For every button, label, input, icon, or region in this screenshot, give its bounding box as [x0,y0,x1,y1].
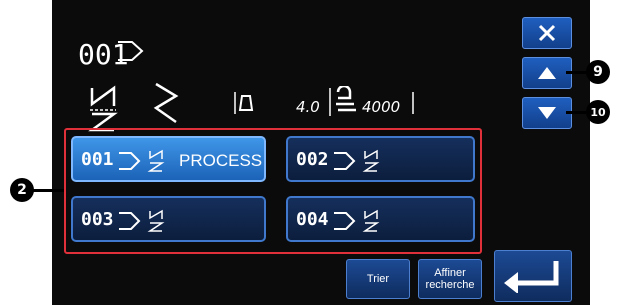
arrow-down-icon [538,107,556,119]
pattern-marker-icon [119,152,141,170]
stitch-length-value: 4.0 [296,98,320,116]
reverse-stitch-icon [362,149,380,172]
callout-up: 9 [586,60,610,84]
sort-button[interactable]: Trier [346,259,410,299]
callout-list: 2 [10,178,34,202]
reverse-stitch-icon [362,209,380,232]
pattern-number: 001 [81,149,114,170]
arrow-up-icon [538,67,556,79]
refine-search-button[interactable]: Affiner recherche [418,259,482,299]
pattern-number: 004 [296,209,329,230]
reverse-stitch-icon [88,85,118,132]
pattern-button-002[interactable]: 002 [286,136,475,182]
pattern-marker-icon [334,152,356,170]
enter-button[interactable] [494,250,572,302]
close-icon [538,24,556,42]
refine-search-label-line2: recherche [425,279,475,291]
pattern-marker-icon [334,212,356,230]
callout-down: 10 [586,100,610,124]
zigzag-stitch-icon [153,82,179,124]
sort-button-label: Trier [366,272,390,285]
speed-icon [329,86,356,116]
scroll-up-button[interactable] [522,57,572,89]
max-speed-value: 4000 [362,98,401,116]
enter-arrow-icon [504,261,559,293]
pattern-button-001[interactable]: 001 PROCESS [71,136,266,182]
callout-leader-list [32,189,66,192]
reverse-stitch-icon [147,149,165,172]
pattern-button-003[interactable]: 003 [71,196,266,242]
pattern-label: PROCESS [179,151,263,170]
close-button[interactable] [522,17,572,49]
pattern-number: 002 [296,149,329,170]
pattern-marker-icon [119,212,141,230]
pattern-marker-icon [118,41,144,61]
pattern-number: 003 [81,209,114,230]
pattern-button-004[interactable]: 004 [286,196,475,242]
callout-leader-down [566,111,586,114]
callout-leader-up [566,71,586,74]
reverse-stitch-icon [147,209,165,232]
refine-search-label-line1: Affiner [434,266,466,279]
scroll-down-button[interactable] [522,97,572,129]
presser-foot-icon [234,92,254,114]
divider-icon [412,92,414,114]
